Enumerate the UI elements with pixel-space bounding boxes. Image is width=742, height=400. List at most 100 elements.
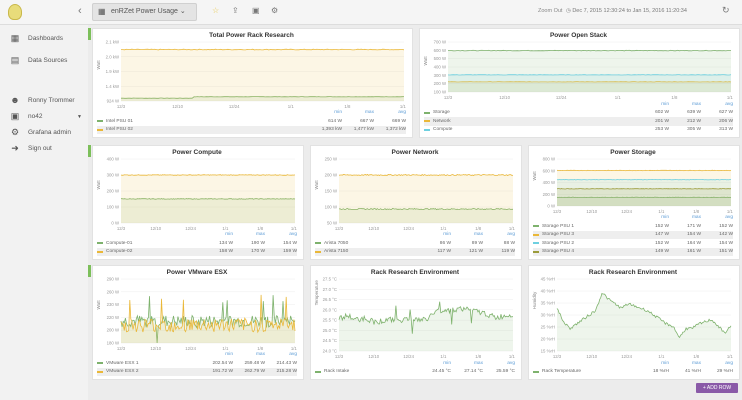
legend-item[interactable]: Compute 253 W 305 W 313 W — [424, 126, 733, 135]
legend-header[interactable]: max — [451, 361, 483, 366]
legend-header[interactable]: avg — [374, 110, 406, 115]
sidebar-item-sign-out[interactable]: ➜ Sign out — [10, 143, 52, 154]
panel-rack-research-environment[interactable]: Rack Research Environment Humidity 45 %rH… — [528, 265, 740, 380]
series-color-swatch[interactable] — [97, 242, 103, 245]
panel-power-open-stack[interactable]: Power Open Stack Watt 700 W 600 W 500 W 400 … — [419, 28, 740, 138]
panel-title[interactable]: Power Network — [315, 148, 515, 157]
grafana-logo[interactable] — [8, 4, 22, 20]
series-color-swatch[interactable] — [97, 120, 103, 123]
legend-item[interactable]: VMware ESX 1 202.54 W 259.48 W 214.43 W — [97, 359, 297, 368]
chevron-left-icon[interactable]: ‹ — [78, 5, 82, 17]
graph[interactable]: Watt 800 W 600 W 400 W 200 W0 W 12/3 12/10 12/2… — [532, 157, 733, 214]
legend-item[interactable]: Network 201 W 212 W 206 W — [424, 117, 733, 126]
time-range-picker[interactable]: ◷ Dec 7, 2015 12:30:24 to Jan 15, 2016 1… — [566, 8, 687, 14]
series-color-swatch[interactable] — [97, 370, 103, 373]
graph[interactable]: Watt 400 W 300 W 200 W 100 W0 W 12/3 12/10 12/2… — [96, 157, 297, 231]
legend-header[interactable]: avg — [265, 352, 297, 357]
legend-header[interactable]: max — [451, 232, 483, 237]
legend-header[interactable]: max — [669, 215, 701, 220]
series-color-swatch[interactable] — [533, 370, 539, 373]
settings-icon[interactable]: ⚙ — [271, 6, 278, 15]
save-icon[interactable]: ▣ — [252, 6, 260, 15]
legend-header[interactable]: avg — [701, 361, 733, 366]
legend-item[interactable]: Intel PSU 01 614 W 667 W 669 W — [97, 117, 406, 126]
legend-header[interactable]: avg — [483, 232, 515, 237]
legend-header[interactable]: min — [201, 352, 233, 357]
panel-title[interactable]: Rack Research Environment — [315, 268, 515, 277]
legend-header[interactable]: max — [669, 361, 701, 366]
legend-item[interactable]: Arista 7050 86 W 89 W 88 W — [315, 239, 515, 248]
legend-header[interactable]: max — [669, 102, 701, 107]
row-collapse-handle[interactable] — [88, 265, 91, 277]
series-color-swatch[interactable] — [424, 120, 430, 123]
legend-header[interactable]: avg — [265, 232, 297, 237]
legend-header[interactable]: max — [233, 352, 265, 357]
legend-item[interactable]: Storage PSU 3 147 W 154 W 142 W — [533, 230, 733, 239]
sidebar-org-switcher[interactable]: ▣ no42 ▼ — [10, 111, 82, 122]
series-color-swatch[interactable] — [424, 128, 430, 131]
legend-header[interactable]: min — [201, 232, 233, 237]
legend-header[interactable]: avg — [701, 102, 733, 107]
graph[interactable]: Watt 700 W 600 W 500 W 400 W 300 W 200 W 100 W1… — [423, 40, 733, 100]
add-row-button[interactable]: + ADD ROW — [696, 383, 738, 393]
legend-header[interactable]: max — [233, 232, 265, 237]
panel-power-vmware-esx[interactable]: Power VMware ESX Watt 290 W 260 W 230 W 220 … — [92, 265, 304, 380]
legend-header[interactable]: max — [342, 110, 374, 115]
panel-total-power-rack-research[interactable]: Total Power Rack Research Watt 2.1 kW 2.0 … — [92, 28, 413, 138]
legend-item[interactable]: Compute-02 158 W 170 W 159 W — [97, 247, 297, 256]
series-color-swatch[interactable] — [533, 242, 539, 245]
legend-item[interactable]: Arista 7150 117 W 121 W 119 W — [315, 247, 515, 256]
row-collapse-handle[interactable] — [88, 145, 91, 157]
legend-item[interactable]: VMware ESX 2 191.72 W 262.79 W 215.28 W — [97, 367, 297, 376]
legend-item[interactable]: Storage PSU 2 152 W 164 W 154 W — [533, 239, 733, 248]
series-color-swatch[interactable] — [315, 242, 321, 245]
legend-item[interactable]: Rack Temperature 18 %rH 41 %rH 29 %rH — [533, 368, 733, 377]
graph[interactable]: Watt 250 W 200 W 150 W 100 W 50 W 12/3 12/10 12/… — [314, 157, 515, 231]
sidebar-user[interactable]: ☻ Ronny Trommer — [10, 95, 74, 105]
series-color-swatch[interactable] — [97, 250, 103, 253]
series-color-swatch[interactable] — [424, 111, 430, 114]
graph[interactable]: Humidity 45 %rH 40 %rH 35 %rH 30 %rH 25 %rH 20… — [532, 277, 733, 359]
panel-title[interactable]: Power Compute — [97, 148, 297, 157]
legend-item[interactable]: Rack Intake 24.45 °C 27.14 °C 25.59 °C — [315, 368, 515, 377]
row-collapse-handle[interactable] — [88, 28, 91, 40]
legend-header[interactable]: min — [310, 110, 342, 115]
refresh-icon[interactable]: ↻ — [722, 5, 730, 16]
legend-item[interactable]: Compute-01 134 W 190 W 154 W — [97, 239, 297, 248]
dashboard-picker[interactable]: ▦ enRZet Power Usage ⌄ — [92, 3, 197, 21]
panel-title[interactable]: Rack Research Environment — [533, 268, 733, 277]
legend-header[interactable]: avg — [701, 215, 733, 220]
panel-title[interactable]: Power VMware ESX — [97, 268, 297, 277]
graph[interactable]: Watt 2.1 kW 2.0 kW 1.9 kW 1.4 kW 924 W 12/3 12/… — [96, 40, 406, 109]
legend-header[interactable]: min — [637, 361, 669, 366]
series-color-swatch[interactable] — [315, 370, 321, 373]
star-icon[interactable]: ☆ — [212, 6, 219, 15]
legend-item[interactable]: Intel PSU 02 1,393 kW 1,477 kW 1,372 kW — [97, 125, 406, 134]
panel-power-compute[interactable]: Power Compute Watt 400 W 300 W 200 W 100 W0 … — [92, 145, 304, 260]
legend-header[interactable]: avg — [483, 361, 515, 366]
legend-item[interactable]: Storage PSU 4 149 W 161 W 151 W — [533, 247, 733, 256]
panel-title[interactable]: Power Storage — [533, 148, 733, 157]
panel-rack-research-environment[interactable]: Rack Research Environment Temperature 27.… — [310, 265, 522, 380]
graph[interactable]: Temperature 27.5 °C 27.0 °C 26.5 °C 26.0 °C 2… — [314, 277, 515, 359]
legend-item[interactable]: Storage PSU 1 152 W 171 W 152 W — [533, 222, 733, 231]
panel-title[interactable]: Power Open Stack — [424, 31, 733, 40]
panel-title[interactable]: Total Power Rack Research — [97, 31, 406, 40]
panel-power-storage[interactable]: Power Storage Watt 800 W 600 W 400 W 200 W0 … — [528, 145, 740, 260]
zoom-out-button[interactable]: Zoom Out — [538, 8, 562, 14]
sidebar-item-grafana-admin[interactable]: ⚙ Grafana admin — [10, 127, 71, 138]
series-color-swatch[interactable] — [97, 128, 103, 131]
series-color-swatch[interactable] — [533, 250, 539, 253]
series-color-swatch[interactable] — [533, 233, 539, 236]
series-color-swatch[interactable] — [533, 225, 539, 228]
graph[interactable]: Watt 290 W 260 W 230 W 220 W 200 W 180 W 12/3 12… — [96, 277, 297, 351]
sidebar-item-data-sources[interactable]: ▤ Data Sources — [10, 55, 68, 66]
series-color-swatch[interactable] — [315, 250, 321, 253]
panel-power-network[interactable]: Power Network Watt 250 W 200 W 150 W 100 W 50… — [310, 145, 522, 260]
series-color-swatch[interactable] — [97, 362, 103, 365]
legend-item[interactable]: Storage 602 W 639 W 627 W — [424, 109, 733, 118]
share-icon[interactable]: ⇪ — [232, 6, 239, 15]
legend-header[interactable]: min — [637, 102, 669, 107]
legend-header[interactable]: min — [419, 232, 451, 237]
legend-header[interactable]: min — [637, 215, 669, 220]
